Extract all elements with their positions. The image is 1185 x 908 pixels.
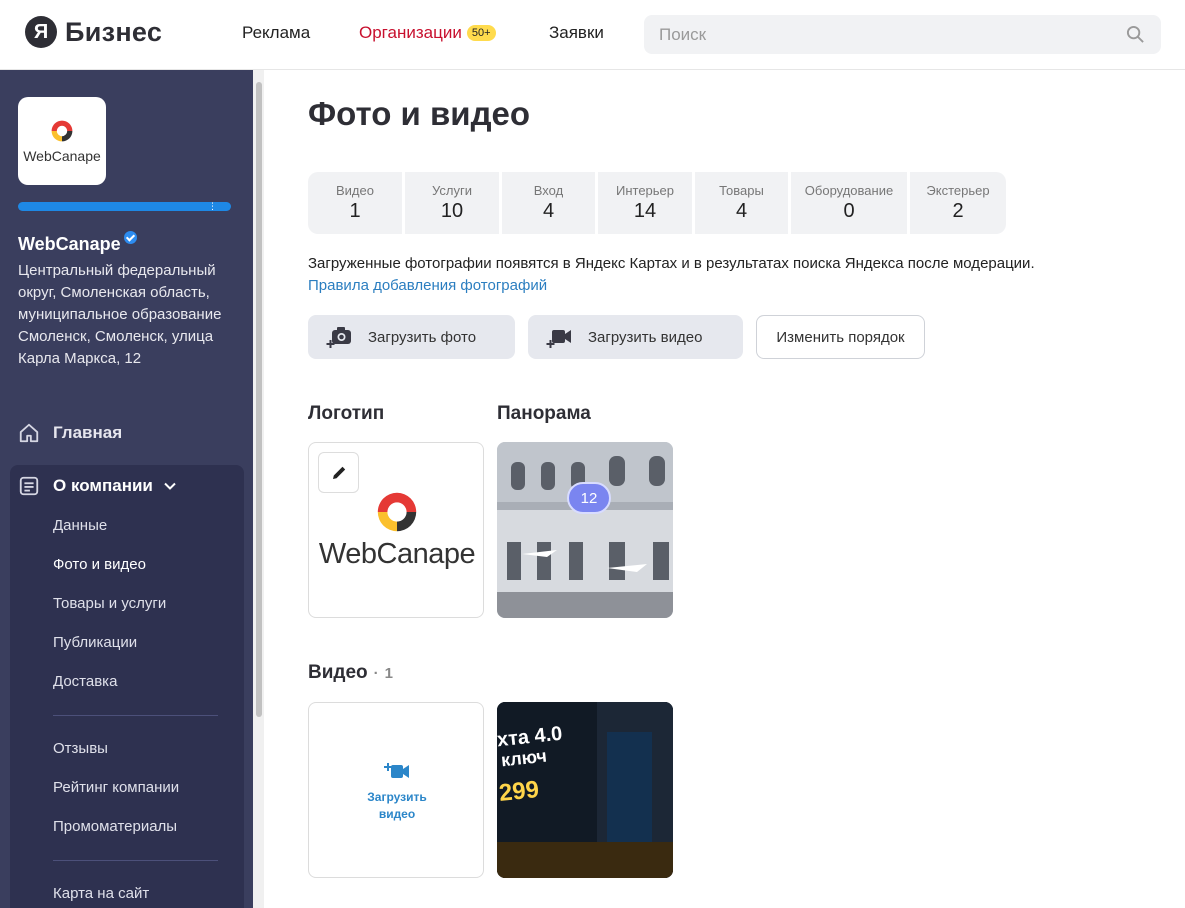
progress-marker: ⋮ <box>208 201 217 211</box>
upload-video-card-label: Загрузить видео <box>367 790 427 821</box>
sidebar-item-about[interactable]: О компании <box>18 475 177 497</box>
main-content: Фото и видео Видео 1 Услуги 10 Вход 4 Ин… <box>264 70 1185 908</box>
stat-equipment[interactable]: Оборудование 0 <box>791 172 907 234</box>
sidebar-item-home-label: Главная <box>53 423 123 442</box>
stat-value: 4 <box>542 200 555 222</box>
stat-value: 4 <box>735 200 748 222</box>
stat-entrance[interactable]: Вход 4 <box>502 172 595 234</box>
yandex-business-logo[interactable]: Я Бизнес <box>25 16 162 48</box>
sidebar-item-delivery[interactable]: Доставка <box>53 673 117 690</box>
sidebar-item-publications[interactable]: Публикации <box>53 634 137 651</box>
add-video-icon <box>546 330 571 348</box>
sidebar-item-photo-video[interactable]: Фото и видео <box>53 556 146 573</box>
stat-label: Услуги <box>432 183 472 198</box>
document-icon <box>19 476 39 496</box>
sidebar-item-reviews[interactable]: Отзывы <box>53 740 108 757</box>
search-box <box>644 15 1161 54</box>
search-icon[interactable] <box>1126 25 1145 44</box>
sidebar-item-about-label: О компании <box>53 476 153 495</box>
upload-video-prompt: Загрузить видео <box>309 761 483 823</box>
sidebar-item-site-map[interactable]: Карта на сайт <box>53 885 149 902</box>
stat-value: 10 <box>440 200 464 222</box>
pencil-icon <box>332 466 345 479</box>
organizations-count-badge: 50+ <box>466 25 496 41</box>
stat-goods[interactable]: Товары 4 <box>695 172 788 234</box>
logo-card[interactable]: WebCanape <box>308 442 484 618</box>
video-thumbnail-card[interactable]: хта 4.0 ключ 299 <box>497 702 673 878</box>
stat-label: Товары <box>719 183 764 198</box>
upload-video-label: Загрузить видео <box>588 328 703 346</box>
video-section-label: Видео <box>308 662 368 683</box>
nav-requests[interactable]: Заявки <box>549 23 604 43</box>
upload-photo-button[interactable]: Загрузить фото <box>308 315 515 359</box>
panorama-card[interactable]: 12 <box>497 442 673 618</box>
verified-icon <box>123 231 137 244</box>
stat-label: Оборудование <box>804 183 894 198</box>
nav-organizations-label: Организации <box>359 23 462 42</box>
upload-video-card[interactable]: Загрузить видео <box>308 702 484 878</box>
stat-value: 1 <box>349 200 361 222</box>
logo-section-title: Логотип <box>308 403 385 424</box>
sidebar-item-rating[interactable]: Рейтинг компании <box>53 779 179 796</box>
panorama-count-badge: 12 <box>567 482 611 514</box>
photo-rules-link[interactable]: Правила добавления фотографий <box>308 277 547 294</box>
search-input[interactable] <box>644 15 1104 54</box>
video-count-separator: · <box>373 665 379 682</box>
logo-text: Бизнес <box>65 16 163 47</box>
video-count: 1 <box>384 665 393 682</box>
top-header: Я Бизнес Реклама Организации 50+ Заявки <box>0 0 1185 70</box>
stat-services[interactable]: Услуги 10 <box>405 172 499 234</box>
upload-video-button[interactable]: Загрузить видео <box>528 315 743 359</box>
nav-advertising[interactable]: Реклама <box>242 23 310 43</box>
panorama-image <box>497 442 673 618</box>
sidebar-divider <box>53 715 218 716</box>
sidebar-divider <box>53 860 218 861</box>
stat-video[interactable]: Видео 1 <box>308 172 402 234</box>
company-logo[interactable]: WebCanape <box>18 97 106 185</box>
change-order-button[interactable]: Изменить порядок <box>756 315 925 359</box>
panorama-section-title: Панорама <box>497 403 591 424</box>
sidebar-item-goods-services[interactable]: Товары и услуги <box>53 595 166 612</box>
stat-value: 2 <box>952 200 964 222</box>
company-name[interactable]: WebCanape <box>18 231 137 255</box>
company-logo-text: WebCanape <box>23 148 101 164</box>
sidebar: WebCanape ⋮ WebCanape Центральный федера… <box>0 70 253 908</box>
scrollbar-thumb[interactable] <box>256 82 262 717</box>
video-thumb-price: 299 <box>497 775 541 808</box>
sidebar-scrollbar[interactable] <box>253 70 264 908</box>
webcanape-logo-icon <box>377 492 417 532</box>
upload-photo-label: Загрузить фото <box>368 328 477 346</box>
company-logo-large: WebCanape <box>309 488 483 571</box>
sidebar-item-data[interactable]: Данные <box>53 517 107 534</box>
logo-card-text: WebCanape <box>318 538 476 570</box>
add-video-icon <box>384 763 409 778</box>
add-photo-icon <box>326 327 351 348</box>
sidebar-section-about: О компании Данные Фото и видео Товары и … <box>10 465 244 908</box>
moderation-info: Загруженные фотографии появятся в Яндекс… <box>308 255 1035 272</box>
home-icon <box>19 423 39 443</box>
stat-label: Вход <box>533 183 564 198</box>
stat-value: 14 <box>633 200 657 222</box>
page-title: Фото и видео <box>308 95 531 132</box>
profile-progress-bar: ⋮ <box>18 202 231 211</box>
chevron-down-icon <box>164 482 176 490</box>
webcanape-logo-icon <box>51 120 73 142</box>
stat-label: Интерьер <box>615 183 675 198</box>
stat-value: 0 <box>843 200 855 222</box>
stat-interior[interactable]: Интерьер 14 <box>598 172 692 234</box>
stat-label: Экстерьер <box>926 183 990 198</box>
sidebar-item-promo[interactable]: Промоматериалы <box>53 818 177 835</box>
stat-exterior[interactable]: Экстерьер 2 <box>910 172 1006 234</box>
edit-logo-button[interactable] <box>318 452 359 493</box>
yandex-logo-icon: Я <box>25 16 57 48</box>
sidebar-item-home[interactable]: Главная <box>18 422 122 444</box>
stat-label: Видео <box>336 183 374 198</box>
photo-category-stats: Видео 1 Услуги 10 Вход 4 Интерьер 14 Тов… <box>308 172 1006 234</box>
video-section-title: Видео · 1 <box>308 662 393 684</box>
company-name-text: WebCanape <box>18 234 121 254</box>
company-address: Центральный федеральный округ, Смоленска… <box>18 262 222 367</box>
nav-organizations[interactable]: Организации 50+ <box>359 23 496 43</box>
